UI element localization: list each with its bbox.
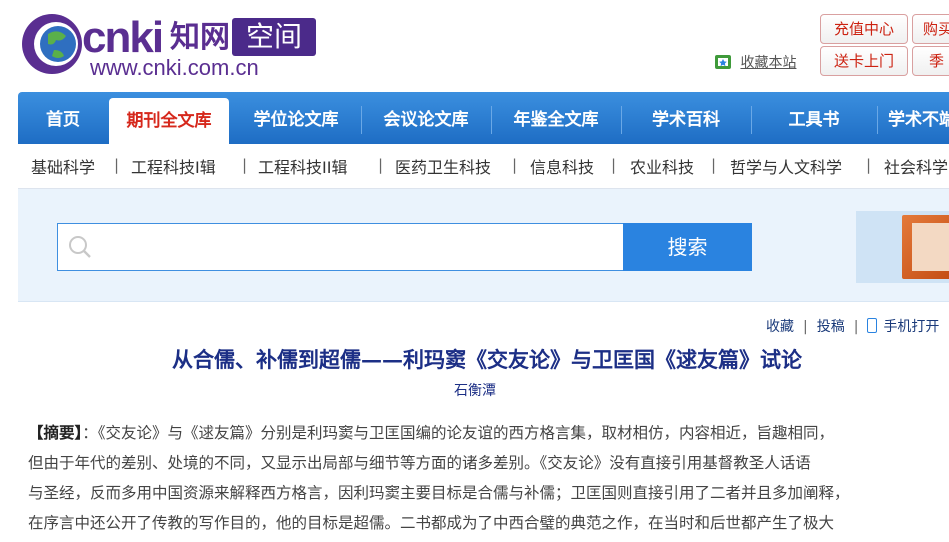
abstract-text: ：《交友论》与《逑友篇》分别是利玛窦与卫匡国编的论友谊的西方格言集，取材相仿，内… bbox=[82, 424, 835, 442]
search-button[interactable]: 搜索 bbox=[623, 223, 752, 271]
abstract-label: 【摘要】 bbox=[28, 424, 83, 442]
subnav-basic-science[interactable]: 基础科学 bbox=[31, 154, 95, 178]
nav-theses[interactable]: 学位论文库 bbox=[232, 92, 360, 144]
book-cover-image bbox=[912, 223, 949, 271]
subnav-engineering-1[interactable]: 工程科技I辑 bbox=[131, 154, 216, 178]
nav-home[interactable]: 首页 bbox=[26, 92, 100, 144]
nav-academic-misconduct[interactable]: 学术不端 bbox=[878, 92, 949, 144]
favorite-site-link[interactable]: 收藏本站 bbox=[714, 52, 796, 72]
tools-divider: | bbox=[853, 319, 859, 335]
favorite-site-label: 收藏本站 bbox=[740, 55, 797, 71]
sub-nav: 基础科学 | 工程科技I辑 | 工程科技II辑 | 医药卫生科技 | 信息科技 … bbox=[18, 144, 949, 189]
promo-banner[interactable] bbox=[856, 211, 949, 283]
article-tools: 收藏 | 投稿 | 手机打开 bbox=[766, 316, 939, 336]
article-abstract: 【摘要】：《交友论》与《逑友篇》分别是利玛窦与卫匡国编的论友谊的西方格言集，取材… bbox=[28, 418, 948, 538]
favorite-article-link[interactable]: 收藏 bbox=[766, 319, 794, 335]
main-nav: 首页 期刊全文库 学位论文库 会议论文库 年鉴全文库 学术百科 工具书 学术不端 bbox=[18, 92, 949, 144]
season-card-button[interactable]: 季 bbox=[912, 46, 949, 76]
nav-journals[interactable]: 期刊全文库 bbox=[109, 98, 229, 144]
nav-yearbooks[interactable]: 年鉴全文库 bbox=[492, 92, 620, 144]
subnav-divider: | bbox=[378, 156, 384, 174]
bookmark-icon bbox=[715, 55, 731, 69]
subnav-divider: | bbox=[512, 156, 518, 174]
card-delivery-button[interactable]: 送卡上门 bbox=[820, 46, 908, 76]
subnav-humanities[interactable]: 哲学与人文科学 bbox=[730, 154, 842, 178]
submit-article-link[interactable]: 投稿 bbox=[817, 319, 845, 335]
abstract-line: 但由于年代的差别、处境的不同，又显示出局部与细节等方面的诸多差别。《交友论》没有… bbox=[28, 454, 811, 472]
search-icon bbox=[69, 236, 91, 258]
search-area: 搜索 bbox=[18, 189, 949, 302]
subnav-divider: | bbox=[114, 156, 120, 174]
subnav-divider: | bbox=[242, 156, 248, 174]
nav-conferences[interactable]: 会议论文库 bbox=[362, 92, 490, 144]
article-title: 从合儒、补儒到超儒——利玛窦《交友论》与卫匡国《逑友篇》试论 bbox=[172, 347, 802, 372]
subnav-divider: | bbox=[611, 156, 617, 174]
subnav-social-science[interactable]: 社会科学 bbox=[884, 154, 948, 178]
logo-space-badge: 空间 bbox=[232, 18, 316, 56]
recharge-center-button[interactable]: 充值中心 bbox=[820, 14, 908, 44]
mobile-phone-icon bbox=[867, 318, 878, 333]
abstract-line: 与圣经，反而多用中国资源来解释西方格言，因利玛窦主要目标是合儒与补儒；卫匡国则直… bbox=[28, 484, 850, 502]
search-input[interactable] bbox=[57, 223, 625, 271]
abstract-line: 【摘要】：《交友论》与《逑友篇》分别是利玛窦与卫匡国编的论友谊的西方格言集，取材… bbox=[28, 418, 948, 448]
subnav-agriculture[interactable]: 农业科技 bbox=[630, 154, 694, 178]
logo-zhiwang-text: 知网 bbox=[170, 20, 230, 55]
globe-icon bbox=[22, 14, 82, 74]
nav-encyclopedia[interactable]: 学术百科 bbox=[622, 92, 750, 144]
abstract-line: 在序言中还公开了传教的写作目的，他的目标是超儒。二书都成为了中西合璧的典范之作，… bbox=[28, 514, 835, 532]
nav-reference-books[interactable]: 工具书 bbox=[752, 92, 876, 144]
article-author[interactable]: 石衡潭 bbox=[0, 380, 949, 400]
subnav-it[interactable]: 信息科技 bbox=[530, 154, 594, 178]
tools-divider: | bbox=[803, 319, 808, 335]
subnav-engineering-2[interactable]: 工程科技II辑 bbox=[258, 154, 347, 178]
subnav-divider: | bbox=[866, 156, 872, 174]
subnav-divider: | bbox=[711, 156, 717, 174]
open-on-mobile-link[interactable]: 手机打开 bbox=[883, 319, 939, 335]
cnki-logo[interactable]: cnki 知网 空间 www.cnki.com.cn bbox=[20, 10, 320, 82]
logo-url-text: www.cnki.com.cn bbox=[90, 55, 259, 80]
buy-button[interactable]: 购买 bbox=[912, 14, 949, 44]
subnav-medicine[interactable]: 医药卫生科技 bbox=[395, 154, 491, 178]
